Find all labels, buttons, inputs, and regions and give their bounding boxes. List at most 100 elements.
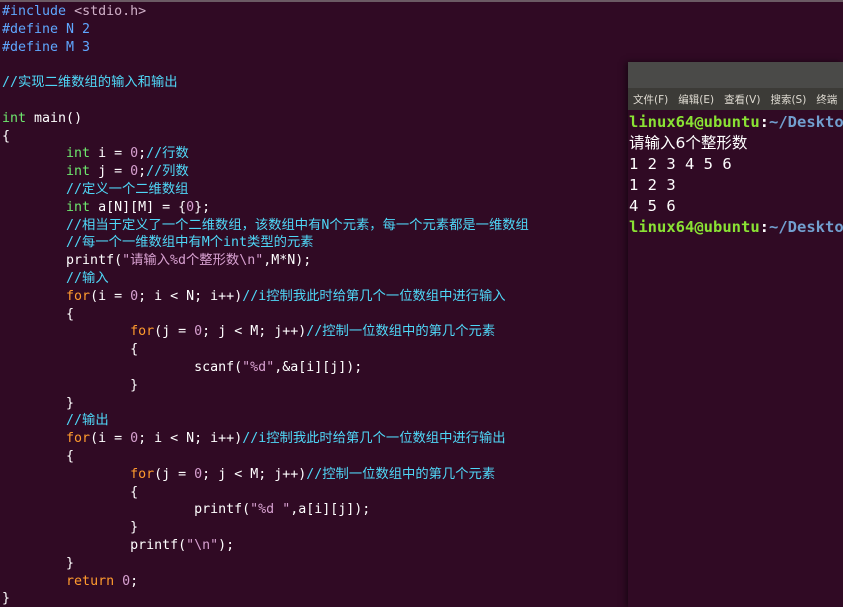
code-token: for <box>130 466 155 482</box>
prompt-colon: : <box>759 218 769 236</box>
code-line[interactable]: int a[N][M] = {0}; <box>2 199 529 217</box>
terminal-titlebar[interactable] <box>628 62 843 88</box>
code-token: 0 <box>186 199 195 215</box>
code-token: //i控制我此时给第几个一位数组中进行输出 <box>242 431 506 447</box>
code-line[interactable]: { <box>2 484 529 502</box>
code-token: #define <box>2 21 67 37</box>
code-line[interactable]: //实现二维数组的输入和输出 <box>2 74 529 92</box>
code-token: ; i < N; i++) <box>138 431 243 447</box>
code-line[interactable] <box>2 92 529 110</box>
code-token: "%d " <box>250 502 291 518</box>
code-token: (j = <box>154 324 195 340</box>
output-line: 1 2 3 <box>629 176 676 194</box>
terminal-output[interactable]: linux64@ubuntu:~/Deskto 请输入6个整形数 1 2 3 4 5… <box>628 110 843 238</box>
code-token: { <box>2 306 75 322</box>
output-line: 1 2 3 4 5 6 <box>629 155 732 173</box>
code-line[interactable]: { <box>2 128 529 146</box>
code-line[interactable]: } <box>2 395 529 413</box>
code-token: ; <box>130 573 139 589</box>
code-token: <stdio.h> <box>74 4 147 19</box>
code-line[interactable] <box>2 56 529 74</box>
code-line[interactable]: printf("请输入%d个整形数\n",M*N); <box>2 252 529 270</box>
code-token: //行数 <box>146 146 189 162</box>
code-token: (j = <box>154 466 195 482</box>
code-token: for <box>66 431 91 447</box>
menu-file[interactable]: 文件(F) <box>633 92 668 107</box>
code-token: int <box>66 146 91 162</box>
code-token: 0 <box>130 288 139 304</box>
code-line[interactable]: #include <stdio.h> <box>2 3 529 21</box>
code-line[interactable]: } <box>2 377 529 395</box>
code-token: "%d" <box>242 359 275 375</box>
code-line[interactable]: int j = 0;//列数 <box>2 163 529 181</box>
code-line[interactable]: #define M 3 <box>2 39 529 57</box>
code-token: //每一个一维数组中有M个int类型的元素 <box>66 235 314 251</box>
code-line[interactable]: #define N 2 <box>2 21 529 39</box>
code-token: } <box>2 591 11 607</box>
code-token: scanf( <box>2 359 243 375</box>
code-token: i = <box>90 146 131 162</box>
code-token: int <box>2 110 27 126</box>
code-token: M 3 <box>66 39 91 55</box>
code-line[interactable]: } <box>2 555 529 573</box>
code-line[interactable]: //定义一个二维数组 <box>2 181 529 199</box>
code-line[interactable]: printf("\n"); <box>2 537 529 555</box>
menu-view[interactable]: 查看(V) <box>724 92 760 107</box>
code-token: j = <box>90 164 131 180</box>
code-lines[interactable]: #include <stdio.h> #define N 2 #define M 3… <box>2 3 529 607</box>
code-token: ,a[i][j]); <box>290 502 371 518</box>
output-line: 4 5 6 <box>629 197 676 215</box>
code-line[interactable]: { <box>2 306 529 324</box>
code-line[interactable]: int main() <box>2 110 529 128</box>
code-line[interactable]: //每一个一维数组中有M个int类型的元素 <box>2 234 529 252</box>
terminal-window[interactable]: 文件(F) 编辑(E) 查看(V) 搜索(S) 终端 linux64@ubunt… <box>628 62 843 607</box>
code-line[interactable]: return 0; <box>2 573 529 591</box>
code-line[interactable]: for(j = 0; j < M; j++)//控制一位数组中的第几个元素 <box>2 323 529 341</box>
code-token: ,&a[i][j]); <box>274 359 363 375</box>
code-line[interactable]: } <box>2 519 529 537</box>
code-token: { <box>2 484 139 500</box>
code-line[interactable]: { <box>2 448 529 466</box>
code-token: return <box>66 573 115 589</box>
code-token: #define <box>2 39 67 55</box>
code-token: int <box>66 164 91 180</box>
code-token: //控制一位数组中的第几个元素 <box>306 324 496 340</box>
code-line[interactable]: for(i = 0; i < N; i++)//i控制我此时给第几个一位数组中进… <box>2 430 529 448</box>
code-token: 0 <box>130 146 139 162</box>
code-token: ; <box>138 164 147 180</box>
menu-edit[interactable]: 编辑(E) <box>678 92 714 107</box>
code-line[interactable]: { <box>2 341 529 359</box>
code-line[interactable]: for(i = 0; i < N; i++)//i控制我此时给第几个一位数组中进… <box>2 288 529 306</box>
prompt-path: ~/Deskto <box>769 218 843 236</box>
code-token: 0 <box>130 431 139 447</box>
code-token: //输出 <box>66 413 109 429</box>
menu-terminal[interactable]: 终端 <box>816 92 837 107</box>
code-token: //相当于定义了一个二维数组，该数组中有N个元素，每一个元素都是一维数组 <box>66 217 529 233</box>
menu-search[interactable]: 搜索(S) <box>770 92 806 107</box>
code-line[interactable]: //相当于定义了一个二维数组，该数组中有N个元素，每一个元素都是一维数组 <box>2 217 529 235</box>
code-line[interactable]: //输入 <box>2 270 529 288</box>
code-line[interactable]: for(j = 0; j < M; j++)//控制一位数组中的第几个元素 <box>2 466 529 484</box>
code-token: { <box>2 448 75 464</box>
code-token: "\n" <box>186 537 219 553</box>
code-line[interactable]: scanf("%d",&a[i][j]); <box>2 359 529 377</box>
code-line[interactable]: //输出 <box>2 412 529 430</box>
code-token: { <box>2 342 139 358</box>
code-token: ,M*N) <box>263 253 304 269</box>
code-line[interactable]: printf("%d ",a[i][j]); <box>2 501 529 519</box>
editor-top-border <box>0 0 843 2</box>
code-token: //定义一个二维数组 <box>66 181 189 197</box>
code-line[interactable]: } <box>2 590 529 607</box>
code-token: 0 <box>122 573 131 589</box>
code-line[interactable]: int i = 0;//行数 <box>2 145 529 163</box>
code-token: 0 <box>130 164 139 180</box>
code-token: ; <box>138 146 147 162</box>
